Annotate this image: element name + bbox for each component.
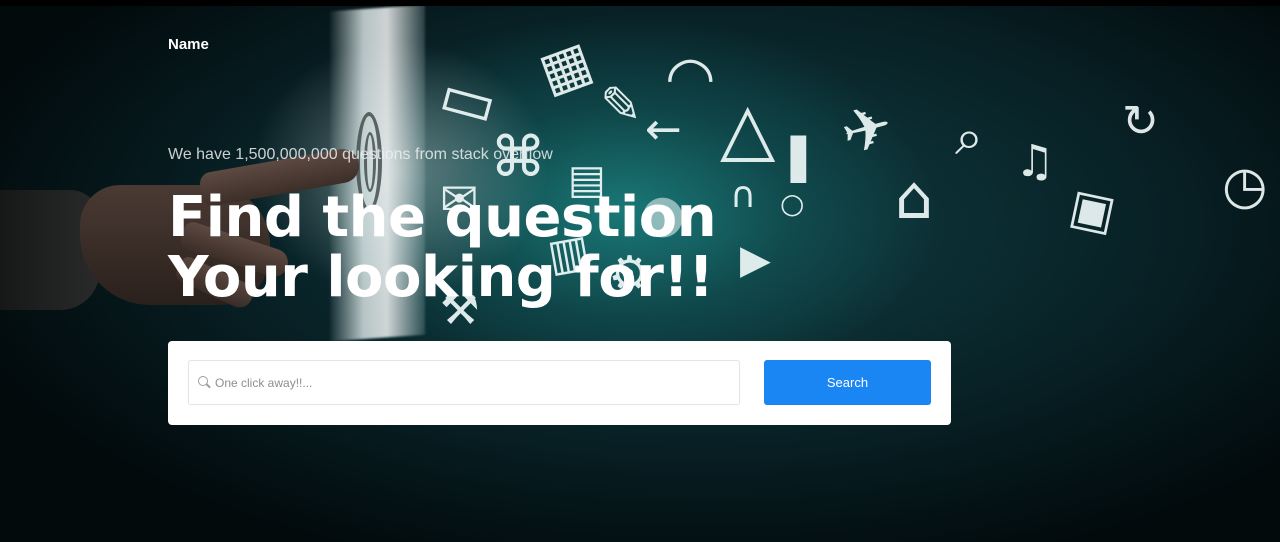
hero-subtitle: We have 1,500,000,000 questions from sta…	[168, 146, 553, 163]
wifi-icon: ◠	[665, 43, 716, 111]
arrow-left-icon: ←	[645, 104, 682, 155]
airplane-icon: ✈	[833, 89, 901, 171]
home-icon: ⌂	[895, 163, 934, 233]
search-button[interactable]: Search	[764, 360, 931, 405]
magnifier-icon: ⌕	[955, 108, 983, 166]
search-icon	[189, 360, 215, 405]
search-input[interactable]	[215, 361, 739, 404]
refresh-icon: ↻	[1122, 96, 1159, 147]
hanger-icon: △	[720, 86, 776, 170]
search-field[interactable]	[188, 360, 740, 405]
signal-bars-icon: ▐	[775, 137, 806, 183]
search-card: Search	[168, 341, 951, 425]
hero-headline: Find the question Your looking for!!	[168, 185, 717, 310]
camera-icon: ▣	[1064, 177, 1121, 243]
pen-icon: ✎	[600, 76, 642, 134]
brand-name[interactable]: Name	[168, 36, 209, 53]
music-note-icon: ♫	[1015, 136, 1055, 187]
clock-icon: ◷	[1222, 156, 1268, 216]
